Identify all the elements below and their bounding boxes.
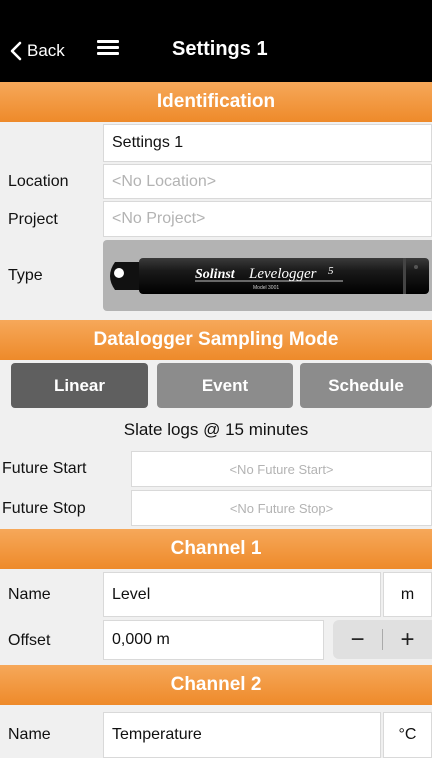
- mode-event-button[interactable]: Event: [157, 363, 293, 408]
- channel-1-unit[interactable]: m: [383, 572, 432, 617]
- channel-1-header: Channel 1: [0, 529, 432, 569]
- future-start-label: Future Start: [2, 460, 87, 477]
- channel-1-name-label: Name: [8, 586, 51, 603]
- logger-brand-text: Solinst: [195, 267, 236, 282]
- future-stop-field[interactable]: <No Future Stop>: [131, 490, 432, 526]
- logger-model-text: Levelogger: [248, 266, 317, 282]
- settings-name-field[interactable]: Settings 1: [103, 124, 432, 162]
- logger-sub-text: Model 3001: [253, 285, 279, 291]
- levelogger-image: Solinst Levelogger 5 Model 3001: [110, 258, 429, 294]
- channel-2-name-field[interactable]: Temperature: [103, 712, 381, 758]
- decrement-button[interactable]: −: [333, 620, 382, 659]
- page-title: Settings 1: [172, 38, 268, 60]
- channel-2-header: Channel 2: [0, 665, 432, 705]
- project-field[interactable]: <No Project>: [103, 201, 432, 237]
- chevron-left-icon: [10, 41, 22, 61]
- logger-type-selector[interactable]: Solinst Levelogger 5 Model 3001: [103, 240, 432, 311]
- channel-2-unit[interactable]: °C: [383, 712, 432, 758]
- location-label: Location: [8, 173, 69, 190]
- back-label: Back: [27, 41, 65, 60]
- channel-1-name-field[interactable]: Level: [103, 572, 381, 617]
- future-stop-label: Future Stop: [2, 500, 86, 517]
- sampling-status-text: Slate logs @ 15 minutes: [123, 420, 309, 439]
- channel-1-offset-field[interactable]: 0,000 m: [103, 620, 324, 660]
- sampling-mode-header: Datalogger Sampling Mode: [0, 320, 432, 360]
- logger-version-text: 5: [328, 265, 334, 277]
- identification-header: Identification: [0, 82, 432, 122]
- hamburger-menu-icon[interactable]: [97, 40, 119, 56]
- channel-2-name-label: Name: [8, 726, 51, 743]
- type-label: Type: [8, 267, 43, 284]
- increment-button[interactable]: +: [383, 620, 432, 659]
- mode-linear-button[interactable]: Linear: [11, 363, 148, 408]
- project-label: Project: [8, 211, 58, 228]
- future-start-field[interactable]: <No Future Start>: [131, 451, 432, 487]
- location-field[interactable]: <No Location>: [103, 164, 432, 199]
- offset-stepper: − +: [333, 620, 432, 659]
- nav-bar: Back Settings 1: [0, 0, 432, 82]
- back-button[interactable]: Back: [10, 38, 65, 64]
- channel-1-offset-label: Offset: [8, 632, 51, 649]
- mode-schedule-button[interactable]: Schedule: [300, 363, 432, 408]
